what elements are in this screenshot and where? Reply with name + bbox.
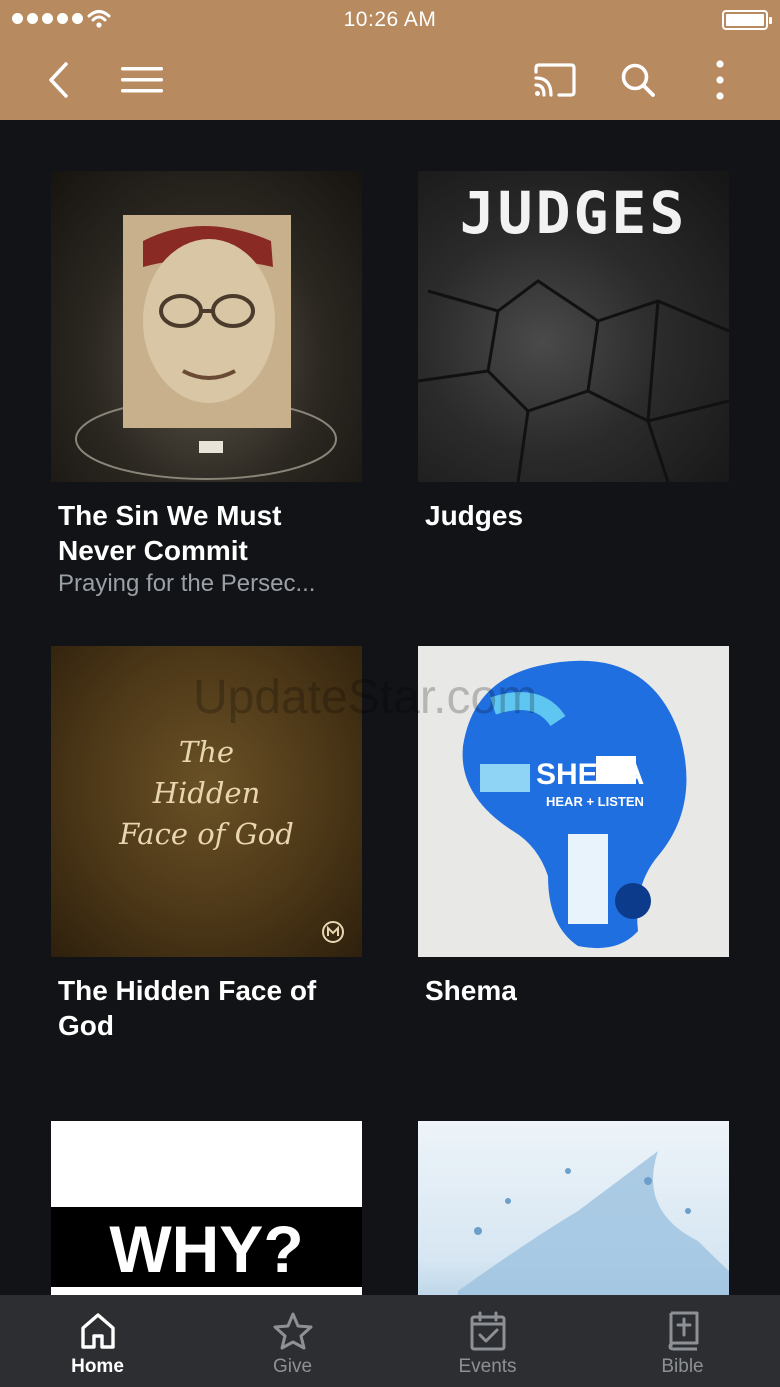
tab-label: Give [272,1356,313,1377]
water-splash-image [458,1151,729,1295]
series-thumbnail [51,171,362,482]
series-card-judges[interactable]: JUDGES Judges [418,171,729,533]
artwork-line: The [178,735,235,769]
menu-button[interactable] [112,40,172,120]
app-bar [0,40,780,120]
star-icon [273,1312,312,1350]
search-button[interactable] [608,40,668,120]
back-icon [49,62,68,98]
home-icon [80,1313,115,1349]
more-options-button[interactable] [690,40,750,120]
menu-icon [121,67,163,93]
artwork-line: Face of God [119,817,294,851]
bible-icon [668,1311,698,1351]
publisher-logo-icon [322,921,344,943]
status-time: 10:26 AM [343,8,437,31]
series-thumbnail: SHEMA HEAR + LISTEN [418,646,729,957]
tab-label: Home [71,1356,124,1377]
artwork-line: Hidden [152,776,261,810]
hidden-face-artwork-text: The Hidden Face of God [51,732,362,855]
series-title: The Sin We Must Never Commit [58,500,282,566]
portrait-artwork-image [75,215,337,480]
series-card-why[interactable]: WHY? [51,1121,362,1295]
tab-events[interactable]: Events [390,1295,585,1387]
series-card-water[interactable] [418,1121,729,1295]
more-vertical-icon [716,60,724,100]
search-icon [621,63,655,97]
calendar-check-icon [470,1311,505,1351]
series-thumbnail: JUDGES [418,171,729,482]
series-title: Judges [425,500,524,531]
series-thumbnail: The Hidden Face of God [51,646,362,957]
series-subtitle: Praying for the Persec... [58,570,316,597]
series-card-shema[interactable]: SHEMA HEAR + LISTEN Shema [418,646,729,1008]
battery-icon [722,10,772,30]
tab-give[interactable]: Give [195,1295,390,1387]
cast-icon [534,63,576,97]
bottom-tab-bar: Home Give Events Bible [0,1295,780,1387]
status-bar: 10:26 AM [0,0,780,40]
series-thumbnail: WHY? [51,1121,362,1295]
shema-artwork-subtext: HEAR + LISTEN [546,794,644,809]
cast-button[interactable] [525,40,585,120]
shema-artwork-text: SHEMA [536,758,645,791]
series-title: The Hidden Face of God [58,975,317,1041]
why-artwork-text: WHY? [109,1212,304,1286]
series-grid: The Sin We Must Never Commit Praying for… [0,120,780,1295]
back-button[interactable] [28,40,88,120]
series-thumbnail [418,1121,729,1295]
tab-label: Events [458,1356,517,1377]
series-card-sin-we-must-never-commit[interactable]: The Sin We Must Never Commit Praying for… [51,171,362,600]
tab-home[interactable]: Home [0,1295,195,1387]
judges-artwork-text: JUDGES [459,179,688,247]
series-title: Shema [425,975,517,1006]
series-card-hidden-face-of-god[interactable]: The Hidden Face of God The Hidden Face o… [51,646,362,1043]
tab-label: Bible [661,1356,704,1377]
tab-bible[interactable]: Bible [585,1295,780,1387]
